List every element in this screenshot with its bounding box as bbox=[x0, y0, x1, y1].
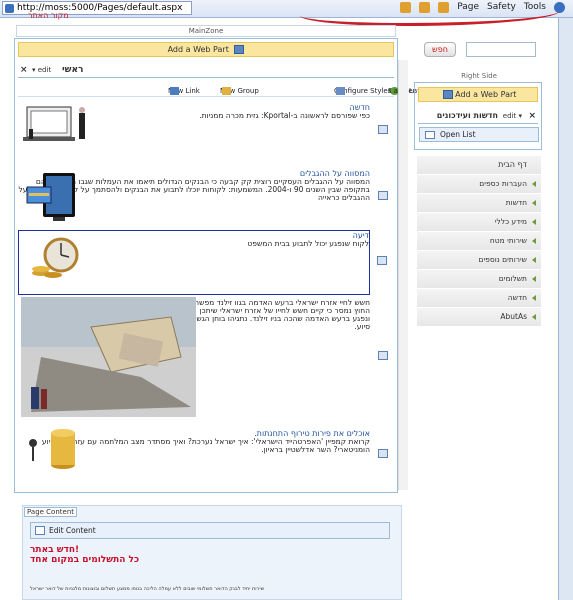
nav-item[interactable]: העברות כספים bbox=[417, 175, 541, 194]
new-group-icon bbox=[222, 87, 231, 95]
page-content-line2: כל התשלומים במקום אחד bbox=[30, 555, 140, 565]
news-web-part-header: × edit ▾ חדשות ועידכונים bbox=[418, 111, 538, 124]
monitor-card-image bbox=[26, 173, 75, 221]
edit-item-icon[interactable] bbox=[378, 351, 388, 360]
chevron-left-icon bbox=[532, 295, 536, 301]
open-list-button[interactable]: Open List bbox=[419, 127, 539, 142]
item-body: חשש לחיי אזרח ישראלי ברעש האדמה בגוו זיל… bbox=[190, 298, 370, 331]
nav-label: דף הבית bbox=[498, 160, 527, 169]
configure-icon bbox=[336, 87, 345, 95]
web-part-title: חדשות ועידכונים bbox=[436, 111, 498, 120]
nav-item[interactable]: שירותי מטח bbox=[417, 232, 541, 251]
edit-content-label: Edit Content bbox=[49, 526, 96, 535]
coins-stack-image bbox=[29, 429, 75, 469]
chevron-left-icon bbox=[532, 219, 536, 225]
chevron-left-icon bbox=[532, 181, 536, 187]
web-part-title: ראשי bbox=[62, 65, 84, 75]
chevron-left-icon bbox=[532, 257, 536, 263]
header-red-link[interactable]: מקור האתר bbox=[28, 11, 69, 20]
nav-item[interactable]: שירותים נוספים bbox=[417, 251, 541, 270]
edit-item-icon[interactable] bbox=[378, 125, 388, 134]
summary-links-toolbar: Reorder Configure Styles and Layout New … bbox=[18, 81, 433, 97]
edit-label: edit bbox=[37, 66, 52, 74]
new-link-icon bbox=[170, 87, 179, 95]
nav-label: AbutAs bbox=[500, 312, 527, 321]
nav-label: שירותים נוספים bbox=[478, 255, 528, 264]
page-icon bbox=[5, 4, 14, 13]
edit-item-icon[interactable] bbox=[378, 449, 388, 458]
clock-coins-image bbox=[32, 237, 79, 278]
page-content-footer: שירות יחיד לבנק הדואר תשלומי שובים ללא ע… bbox=[30, 586, 265, 592]
chevron-left-icon bbox=[532, 276, 536, 282]
chevron-left-icon bbox=[532, 238, 536, 244]
search-button[interactable]: חפש bbox=[424, 42, 456, 57]
nav-label: העברות כספים bbox=[479, 179, 527, 188]
edit-icon bbox=[35, 526, 45, 535]
nav-item[interactable]: AbutAs bbox=[417, 308, 541, 327]
web-part-icon bbox=[234, 45, 245, 54]
nav-label: שירותי מטח bbox=[489, 236, 527, 245]
page-content-line1: !חדש באתר bbox=[30, 545, 80, 555]
close-icon[interactable]: × bbox=[528, 111, 536, 121]
edit-item-icon[interactable] bbox=[378, 191, 388, 200]
main-scrollbar[interactable] bbox=[398, 60, 408, 490]
web-part-icon bbox=[442, 90, 453, 99]
edit-content-button[interactable]: Edit Content bbox=[30, 522, 390, 539]
add-web-part-label: Add a Web Part bbox=[455, 90, 517, 99]
page-content-tab: Page Content bbox=[24, 507, 78, 517]
header-red-curve bbox=[300, 0, 560, 26]
chevron-left-icon bbox=[532, 200, 536, 206]
nav-label: תשלומים bbox=[498, 274, 527, 283]
list-icon bbox=[425, 131, 435, 139]
laptop-business-image bbox=[23, 106, 85, 141]
right-zone: Add a Web Part × edit ▾ חדשות ועידכונים … bbox=[414, 82, 542, 150]
nav-item-home[interactable]: דף הבית bbox=[417, 156, 541, 175]
edit-item-icon[interactable] bbox=[377, 256, 387, 265]
quick-launch-nav: דף הבית העברות כספים חדשות מידע כללי שיר… bbox=[417, 156, 541, 327]
page-content-body: !חדש באתר כל התשלומים במקום אחד bbox=[30, 545, 390, 565]
add-web-part-button-right[interactable]: Add a Web Part bbox=[418, 87, 538, 102]
nav-item[interactable]: תשלומים bbox=[417, 270, 541, 289]
window-scrollbar[interactable] bbox=[558, 18, 573, 600]
main-zone-label: MainZone bbox=[16, 25, 396, 37]
edit-label: edit bbox=[502, 112, 517, 120]
close-icon[interactable]: × bbox=[20, 65, 28, 75]
edit-menu[interactable]: ▾ edit bbox=[32, 66, 51, 74]
nav-item[interactable]: מידע כללי bbox=[417, 213, 541, 232]
web-part-header: × ▾ edit ראשי bbox=[18, 65, 394, 78]
add-web-part-label: Add a Web Part bbox=[167, 45, 229, 54]
earthquake-photo bbox=[21, 297, 196, 417]
edit-menu[interactable]: edit ▾ bbox=[503, 112, 522, 120]
nav-label: חדשות bbox=[505, 198, 527, 207]
add-web-part-button[interactable]: Add a Web Part bbox=[18, 42, 394, 57]
nav-item[interactable]: חדשות bbox=[417, 194, 541, 213]
nav-label: מידע כללי bbox=[494, 217, 527, 226]
nav-item[interactable]: חדשה bbox=[417, 289, 541, 308]
nav-label: חדשה bbox=[507, 293, 527, 302]
chevron-left-icon bbox=[532, 314, 536, 320]
right-side-label: Right Side bbox=[461, 72, 497, 80]
main-zone: Add a Web Part × ▾ edit ראשי Reorder Con… bbox=[14, 38, 433, 493]
search-input[interactable] bbox=[466, 42, 536, 57]
open-list-label: Open List bbox=[440, 130, 476, 139]
